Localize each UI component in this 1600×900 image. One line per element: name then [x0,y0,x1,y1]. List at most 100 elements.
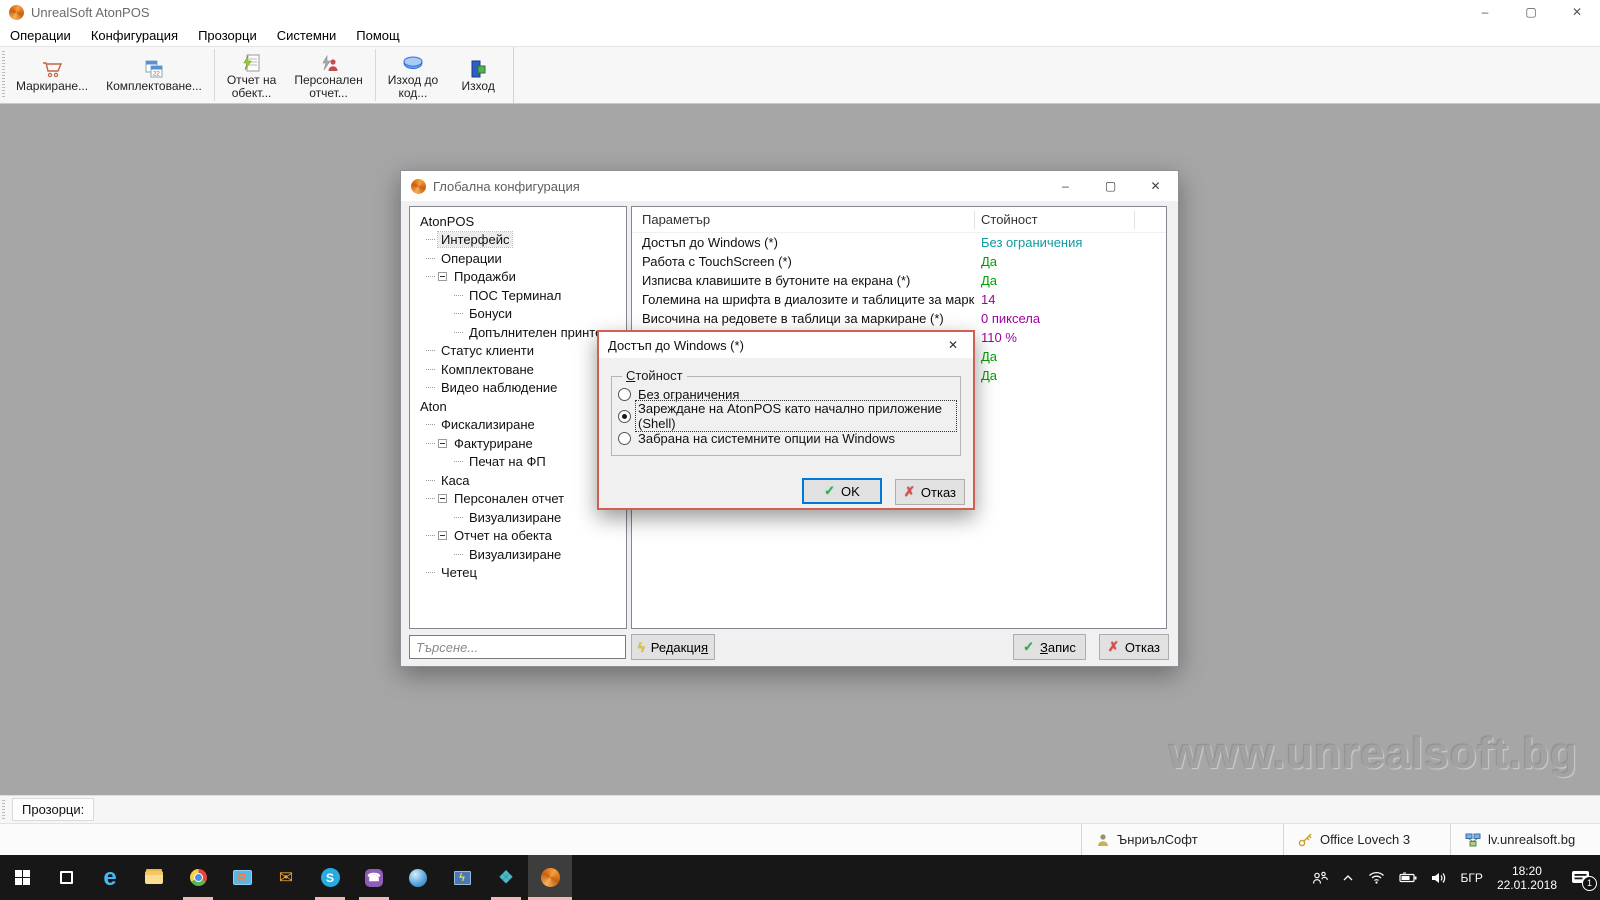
assemble-button[interactable]: 22 Комплектоване... [97,47,211,103]
mark-button[interactable]: Маркиране... [7,47,97,103]
taskbar-app-pc-utility[interactable]: ϟ [440,855,484,900]
tree-item[interactable]: Персонален отчет [410,490,626,509]
radio-icon[interactable] [618,388,631,401]
status-panel-network[interactable]: lv.unrealsoft.bg [1450,824,1600,855]
tree-item[interactable]: Каса [410,471,626,490]
window-title: UnrealSoft AtonPOS [31,5,150,20]
taskbar-app-cube[interactable]: ❖ [484,855,528,900]
tree-item[interactable]: Визуализиране [410,545,626,564]
tree-item[interactable]: Визуализиране [410,508,626,527]
tree-connector [426,350,435,351]
ok-button[interactable]: ✓ OK [802,478,882,504]
toolbar-grip [2,51,5,99]
column-header-value[interactable]: Стойност [975,211,1135,229]
tree-item[interactable]: Отчет на обекта [410,527,626,546]
taskbar-app-task-view[interactable] [44,855,88,900]
taskbar-app-mail[interactable]: ✉ [264,855,308,900]
modal-close-button[interactable]: ✕ [933,332,973,358]
tree-item[interactable]: Aton [410,397,626,416]
wifi-icon[interactable] [1368,871,1385,884]
cancel-button[interactable]: ✗ Отказ [1099,634,1169,660]
tree-item[interactable]: Статус клиенти [410,342,626,361]
tree-item[interactable]: Продажби [410,268,626,287]
modal-title: Достъп до Windows (*) [608,338,744,353]
modal-cancel-button[interactable]: ✗ Отказ [895,479,965,505]
dialog-close-button[interactable]: ✕ [1133,171,1178,201]
table-row[interactable]: Изписва клавишите в бутоните на екрана (… [632,271,1166,290]
dialog-minimize-button[interactable]: – [1043,171,1088,201]
main-titlebar: UnrealSoft AtonPOS – ▢ ✕ [0,0,1600,24]
search-input[interactable] [409,635,626,659]
tree-item[interactable]: Комплектоване [410,360,626,379]
minimize-button[interactable]: – [1462,0,1508,24]
table-row[interactable]: Височина на редовете в таблици за маркир… [632,309,1166,328]
table-row[interactable]: Достъп до Windows (*) Без ограничения [632,233,1166,252]
collapse-expander-icon[interactable] [438,494,447,503]
radio-icon[interactable] [618,410,631,423]
people-icon[interactable] [1312,871,1328,885]
volume-icon[interactable] [1431,871,1447,885]
app-icon [145,871,163,884]
clock[interactable]: 18:20 22.01.2018 [1497,864,1557,892]
notification-icon[interactable]: 1 [1571,870,1590,886]
menu-item[interactable]: Прозорци [188,24,267,46]
tree-connector [426,535,435,536]
status-panel-office[interactable]: Office Lovech 3 [1283,824,1450,855]
save-button[interactable]: ✓ Запис [1013,634,1086,660]
taskbar-app-viber[interactable]: ☎ [352,855,396,900]
table-row[interactable]: Работа с TouchScreen (*) Да [632,252,1166,271]
tree-item[interactable]: Интерфейс [410,231,626,250]
tree-item[interactable]: Фискализиране [410,416,626,435]
taskbar-app-chrome[interactable] [176,855,220,900]
taskbar-app-skype[interactable]: S [308,855,352,900]
collapse-expander-icon[interactable] [438,531,447,540]
app-root: UnrealSoft AtonPOS – ▢ ✕ ОперацииКонфигу… [0,0,1600,900]
tree-item[interactable]: Бонуси [410,305,626,324]
tree-item[interactable]: Операции [410,249,626,268]
exit-button[interactable]: Изход [447,47,509,103]
taskbar-app-edge[interactable]: e [88,855,132,900]
menu-item[interactable]: Операции [0,24,81,46]
app-icon: R [233,870,252,885]
taskbar-app-atonpos[interactable] [528,855,572,900]
battery-icon[interactable] [1399,872,1417,884]
groupbox-label: Стойност [622,368,687,383]
personal-report-button[interactable]: Персонален отчет... [285,47,371,103]
menu-item[interactable]: Конфигурация [81,24,188,46]
taskbar-app-remote-desktop[interactable]: R [220,855,264,900]
dialog-maximize-button[interactable]: ▢ [1088,171,1133,201]
tree-connector [426,498,435,499]
modal-titlebar: Достъп до Windows (*) ✕ [599,332,973,358]
tree-item[interactable]: Четец [410,564,626,583]
tree-item[interactable]: Печат на ФП [410,453,626,472]
taskbar-app-start[interactable] [0,855,44,900]
tree-item[interactable]: Фактуриране [410,434,626,453]
tree-item[interactable]: Допълнителен принтер [410,323,626,342]
tree-item[interactable]: ПОС Терминал [410,286,626,305]
table-row[interactable]: Големина на шрифта в диалозите и таблици… [632,290,1166,309]
exit-to-code-button[interactable]: Изход до код... [379,47,447,103]
dialog-titlebar[interactable]: Глобална конфигурация – ▢ ✕ [401,171,1178,201]
collapse-expander-icon[interactable] [438,272,447,281]
close-button[interactable]: ✕ [1554,0,1600,24]
taskbar-app-tracker[interactable] [396,855,440,900]
collapse-expander-icon[interactable] [438,439,447,448]
dialog-title: Глобална конфигурация [433,179,580,194]
chevron-up-icon[interactable] [1342,873,1354,883]
radio-icon[interactable] [618,432,631,445]
tree-item[interactable]: AtonPOS [410,212,626,231]
language-indicator[interactable]: БГР [1461,871,1483,885]
menu-item[interactable]: Помощ [346,24,409,46]
menu-item[interactable]: Системни [267,24,347,46]
system-tray: БГР 18:20 22.01.2018 1 [1312,855,1600,900]
taskbar-app-explorer[interactable] [132,855,176,900]
tree-item[interactable]: Видео наблюдение [410,379,626,398]
tree-connector [426,239,435,240]
maximize-button[interactable]: ▢ [1508,0,1554,24]
status-panel-user[interactable]: ЪнриълСофт [1081,824,1283,855]
exit-icon [468,57,488,79]
column-header-param[interactable]: Параметър [632,211,975,229]
site-report-button[interactable]: Отчет на обект... [218,47,286,103]
radio-option[interactable]: Зареждане на AtonPOS като начално прилож… [618,405,956,427]
edit-button[interactable]: ϟ Редакция [631,634,715,660]
